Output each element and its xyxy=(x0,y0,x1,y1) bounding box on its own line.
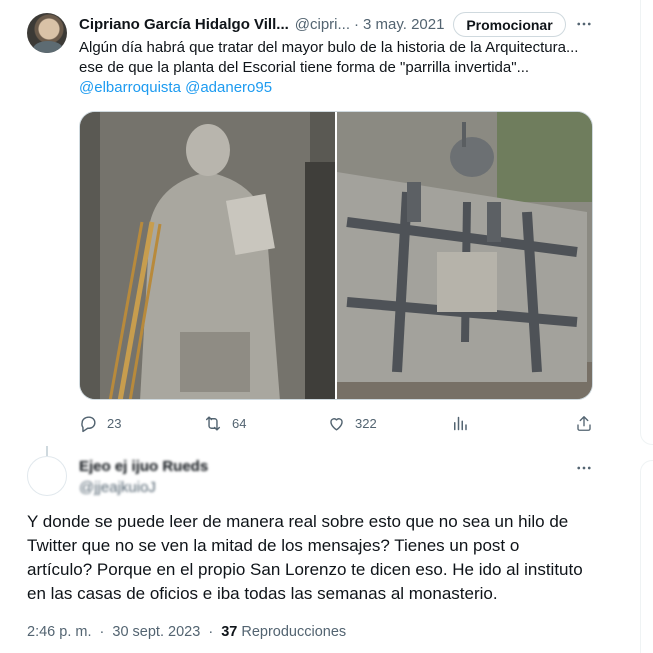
views-label: Reproducciones xyxy=(241,624,347,640)
share-icon xyxy=(577,415,591,431)
author-name[interactable]: Cipriano García Hidalgo Vill... xyxy=(79,16,289,33)
retweet-button[interactable]: 64 xyxy=(203,412,246,434)
right-sidebar-panel-lower xyxy=(640,460,653,653)
tweet-actions: 23 64 322 xyxy=(79,412,595,434)
reply-text-line: en las casas de oficios e iba todas las … xyxy=(27,584,498,603)
original-tweet[interactable]: Cipriano García Hidalgo Vill... @cipri..… xyxy=(0,0,626,446)
reply-text-line: Twitter que no se ven la mitad de los me… xyxy=(27,536,520,555)
more-options-icon[interactable] xyxy=(574,458,594,478)
author-handle[interactable]: @cipri... xyxy=(295,16,350,33)
tweet-header: Cipriano García Hidalgo Vill... @cipri..… xyxy=(79,14,444,34)
separator-dot: · xyxy=(99,624,105,640)
monastery-aerial-photo[interactable] xyxy=(337,112,592,399)
reply-author-avatar[interactable] xyxy=(27,456,67,496)
like-count: 322 xyxy=(355,415,377,431)
retweet-icon xyxy=(205,415,221,431)
tweet-date[interactable]: 3 may. 2021 xyxy=(363,16,444,33)
share-button[interactable] xyxy=(575,412,593,434)
reply-icon xyxy=(81,415,96,432)
separator-dot: · xyxy=(354,15,360,33)
right-sidebar-panel xyxy=(640,0,653,445)
promote-button[interactable]: Promocionar xyxy=(453,12,566,37)
separator-dot: · xyxy=(208,624,214,640)
reply-meta: 2:46 p. m. · 30 sept. 2023 · 37 Reproduc… xyxy=(27,624,346,640)
tweet-media[interactable] xyxy=(79,111,593,400)
views-count: 37 xyxy=(221,624,238,640)
tweet-text-line: Algún día habrá que tratar del mayor bul… xyxy=(79,39,579,56)
retweet-count: 64 xyxy=(232,415,247,431)
reply-author-handle[interactable]: @jjeajkuioJ xyxy=(79,479,156,496)
heart-icon xyxy=(330,417,343,431)
reply-author-name[interactable]: Ejeo ej ijuo Rueds xyxy=(79,458,208,475)
statue-photo[interactable] xyxy=(80,112,335,399)
like-button[interactable]: 322 xyxy=(327,412,377,434)
analytics-button[interactable] xyxy=(451,412,469,434)
tweet-text: Algún día habrá que tratar del mayor bul… xyxy=(79,38,609,98)
reply-count: 23 xyxy=(107,415,122,431)
reply-tweet[interactable]: Ejeo ej ijuo Rueds @jjeajkuioJ Y donde s… xyxy=(0,446,626,653)
analytics-icon xyxy=(454,416,467,430)
reply-button[interactable]: 23 xyxy=(79,412,121,434)
reply-text-line: artículo? Porque en el propio San Lorenz… xyxy=(27,560,583,579)
tweet-mentions[interactable]: @elbarroquista @adanero95 xyxy=(79,78,609,98)
reply-text-line: Y donde se puede leer de manera real sob… xyxy=(27,512,569,531)
tweet-text-line: ese de que la planta del Escorial tiene … xyxy=(79,59,530,76)
reply-text: Y donde se puede leer de manera real sob… xyxy=(27,510,627,606)
reply-time[interactable]: 2:46 p. m. xyxy=(27,624,91,640)
reply-date[interactable]: 30 sept. 2023 xyxy=(112,624,200,640)
more-options-icon[interactable] xyxy=(574,14,594,34)
author-avatar[interactable] xyxy=(27,13,67,53)
thread-connector xyxy=(46,446,48,456)
